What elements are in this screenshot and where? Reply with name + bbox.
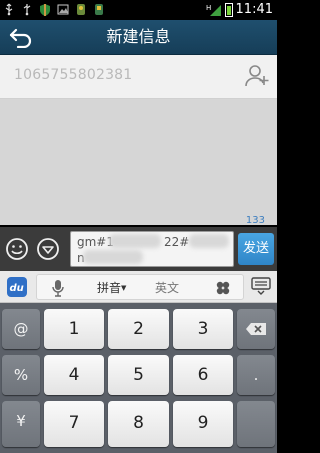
key-8[interactable]: 8 (108, 401, 169, 447)
notification-icons (3, 3, 105, 16)
backspace-key[interactable] (237, 309, 275, 349)
ime-toolbar: du 拼音▼ 英文 (0, 271, 277, 303)
character-counter: 133 (245, 215, 265, 226)
key-7[interactable]: 7 (44, 401, 104, 447)
redaction-blur (189, 234, 229, 248)
svg-text:du: du (10, 283, 24, 294)
english-mode-button[interactable]: 英文 (155, 279, 179, 296)
svg-text:H: H (206, 4, 211, 12)
numeric-keyboard: @ 1 2 3 % 4 5 6 . ¥ 7 8 9 (0, 303, 277, 453)
baidu-ime-logo[interactable]: du (6, 276, 28, 298)
redaction-blur (83, 250, 143, 264)
app-icon-2 (95, 4, 103, 15)
backspace-icon (246, 323, 266, 335)
compose-bar: gm#1 22# n 发送 (0, 227, 277, 271)
message-input[interactable]: gm#1 22# n (70, 231, 234, 267)
send-button[interactable]: 发送 (238, 233, 274, 265)
key-extra[interactable] (237, 401, 275, 447)
title-bar: 新建信息 (0, 20, 277, 55)
key-at[interactable]: @ (2, 309, 40, 349)
microphone-icon[interactable] (51, 279, 65, 297)
signal-icon: H (206, 4, 221, 16)
pinyin-label: 拼音 (97, 281, 122, 295)
recipient-input[interactable]: 1065755802381 (14, 67, 132, 83)
message-thread-area (0, 99, 277, 225)
key-2[interactable]: 2 (108, 309, 169, 349)
key-4[interactable]: 4 (44, 355, 104, 395)
page-title: 新建信息 (106, 27, 171, 46)
battery-icon (224, 3, 233, 17)
key-period[interactable]: . (237, 355, 275, 395)
image-icon (57, 4, 69, 15)
ime-options-bar: 拼音▼ 英文 (36, 274, 244, 300)
shield-icon (40, 4, 50, 16)
key-1[interactable]: 1 (44, 309, 104, 349)
status-right: H 11:41 (206, 2, 273, 18)
key-6[interactable]: 6 (173, 355, 233, 395)
key-5[interactable]: 5 (108, 355, 169, 395)
pinyin-mode-button[interactable]: 拼音▼ (97, 279, 126, 296)
add-contact-icon[interactable] (245, 63, 269, 89)
key-yen[interactable]: ¥ (2, 401, 40, 447)
status-bar: H 11:41 (0, 0, 277, 20)
clock: 11:41 (235, 2, 273, 17)
message-text-mid: 22# (164, 235, 190, 249)
recipient-row: 1065755802381 (0, 55, 277, 99)
clover-icon[interactable] (215, 280, 231, 296)
key-3[interactable]: 3 (173, 309, 233, 349)
key-percent[interactable]: % (2, 355, 40, 395)
app-icon (77, 4, 85, 15)
key-9[interactable]: 9 (173, 401, 233, 447)
emoji-icon[interactable] (5, 237, 29, 261)
usb-icon (5, 3, 13, 16)
keyboard-hide-icon[interactable] (251, 277, 271, 295)
chevron-down-icon: ▼ (121, 284, 127, 292)
expand-down-icon[interactable] (36, 237, 60, 261)
redaction-blur (109, 234, 161, 248)
usb-debug-icon (23, 4, 31, 16)
